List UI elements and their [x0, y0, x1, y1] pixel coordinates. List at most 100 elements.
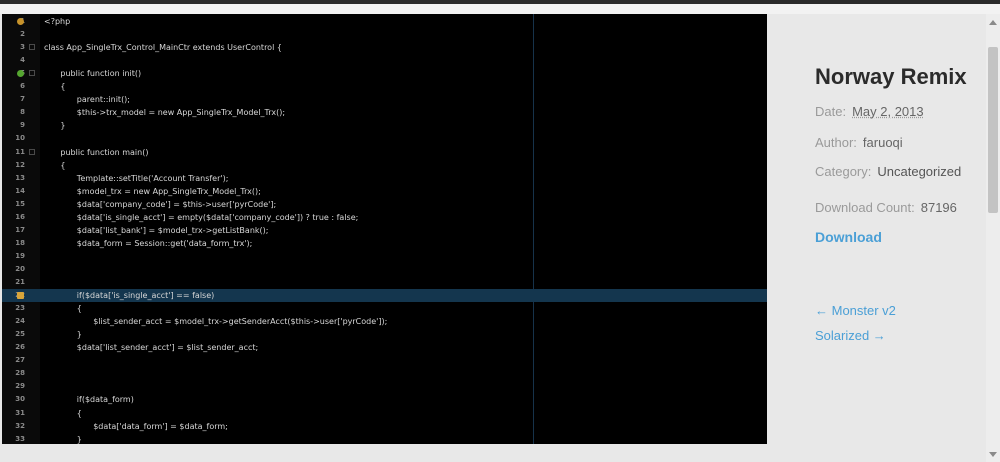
code-text: }	[60, 121, 66, 131]
line-number: 13	[15, 173, 25, 182]
code-text: $data['is_single_acct'] = empty($data['c…	[76, 212, 359, 222]
code-text: $model_trx = new App_SingleTrx_Model_Trx…	[76, 186, 261, 196]
line-number: 31	[15, 408, 25, 417]
code-text: $data['list_sender_acct'] = $list_sender…	[76, 343, 259, 353]
code-line: 31 {	[2, 407, 767, 420]
download-count-value: 87196	[920, 200, 957, 215]
scroll-down-icon[interactable]	[989, 452, 997, 457]
previous-post-link[interactable]: ← Monster v2	[815, 303, 896, 318]
line-number: 9	[20, 121, 25, 130]
code-line: 11 public function main()	[2, 146, 767, 159]
code-line: 23 {	[2, 302, 767, 315]
line-number: 33	[15, 434, 25, 443]
line-number: 28	[15, 369, 25, 378]
download-count-label: Download Count:	[815, 200, 915, 215]
code-text: }	[76, 434, 82, 444]
code-line: 6{	[2, 80, 767, 93]
code-text: $this->trx_model = new App_SingleTrx_Mod…	[76, 108, 286, 118]
code-line: 16 $data['is_single_acct'] = empty($data[…	[2, 211, 767, 224]
line-number: 7	[20, 95, 25, 104]
line-number: 10	[15, 134, 25, 143]
code-line: 13 Template::setTitle('Account Transfer')…	[2, 172, 767, 185]
code-line: 8 $this->trx_model = new App_SingleTrx_Mo…	[2, 106, 767, 119]
code-text: $data['list_bank'] = $model_trx->getList…	[76, 225, 269, 235]
code-text: $data['data_form'] = $data_form;	[93, 421, 228, 431]
code-line: 28	[2, 367, 767, 380]
line-number: 23	[15, 304, 25, 313]
fold-toggle-icon[interactable]	[29, 44, 35, 51]
line-number: 4	[20, 56, 25, 65]
code-text: if($data['is_single_acct'] == false)	[76, 291, 215, 301]
download-link[interactable]: Download	[815, 229, 882, 245]
code-text: class App_SingleTrx_Control_MainCtr exte…	[44, 43, 282, 53]
code-text: {	[60, 160, 66, 170]
line-number: 6	[20, 82, 25, 91]
code-text: }	[76, 330, 82, 340]
scroll-up-icon[interactable]	[989, 20, 997, 25]
code-line: 12 {	[2, 159, 767, 172]
line-number: 27	[15, 356, 25, 365]
code-line: 10	[2, 132, 767, 145]
code-line: 15 $data['company_code'] = $this->user['p…	[2, 198, 767, 211]
code-text: {	[76, 408, 82, 418]
theme-preview-screenshot: 1<?php23class App_SingleTrx_Control_Main…	[2, 14, 767, 444]
code-text: {	[76, 304, 82, 314]
code-line: 4	[2, 54, 767, 67]
code-line: 32 $data['data_form'] = $data_form;	[2, 420, 767, 433]
code-line: 3 class App_SingleTrx_Control_MainCtr ext…	[2, 41, 767, 54]
line-number: 24	[15, 317, 25, 326]
code-line: 9}	[2, 119, 767, 132]
code-line: 21	[2, 276, 767, 289]
code-line: 26 $data['list_sender_acct'] = $list_send…	[2, 341, 767, 354]
code-line: 19	[2, 250, 767, 263]
category-label: Category:	[815, 164, 872, 179]
line-number: 12	[15, 160, 25, 169]
date-value: May 2, 2013	[852, 104, 924, 119]
code-line: 24 $list_sender_acct = $model_trx->getSen…	[2, 315, 767, 328]
scrollbar-thumb[interactable]	[988, 47, 998, 213]
code-text: $list_sender_acct = $model_trx->getSende…	[93, 317, 388, 327]
post-download-count: Download Count: 87196	[815, 200, 957, 215]
author-value: faruoqi	[862, 135, 903, 150]
author-label: Author:	[815, 135, 857, 150]
line-number: 8	[20, 108, 25, 117]
code-text: <?php	[44, 17, 71, 26]
code-line: 14 $model_trx = new App_SingleTrx_Model_T…	[2, 185, 767, 198]
line-number: 11	[15, 147, 25, 156]
code-line: 20	[2, 263, 767, 276]
code-text: if($data_form)	[76, 395, 134, 405]
code-line: 33}	[2, 433, 767, 444]
line-number: 3	[20, 43, 25, 52]
code-line: 30 if($data_form)	[2, 393, 767, 406]
line-number: 25	[15, 330, 25, 339]
code-line: 27	[2, 354, 767, 367]
category-link[interactable]: Uncategorized	[877, 164, 961, 179]
next-post-link[interactable]: Solarized →	[815, 328, 886, 343]
code-line: 22if($data['is_single_acct'] == false)	[2, 289, 767, 303]
code-line: 7 parent::init();	[2, 93, 767, 106]
code-line: 25}	[2, 328, 767, 341]
warning-icon	[17, 292, 24, 300]
page-top-strip	[0, 4, 1000, 14]
line-number: 19	[15, 251, 25, 260]
line-number: 29	[15, 382, 25, 391]
code-text: public function init()	[60, 69, 142, 79]
line-number: 16	[15, 212, 25, 221]
line-number: 21	[15, 278, 25, 286]
code-text: $data['company_code'] = $this->user['pyr…	[76, 199, 277, 209]
line-number: 32	[15, 421, 25, 430]
line-number: 14	[15, 186, 25, 195]
post-author: Author: faruoqi	[815, 135, 903, 150]
fold-toggle-icon[interactable]	[29, 148, 35, 155]
post-category: Category: Uncategorized	[815, 164, 961, 179]
code-line: 18 $data_form = Session::get('data_form_t…	[2, 237, 767, 250]
line-number: 30	[15, 395, 25, 404]
code-line: 5public function init()	[2, 67, 767, 80]
bulb-icon	[17, 18, 24, 25]
fold-toggle-icon[interactable]	[29, 70, 35, 77]
line-number: 2	[20, 30, 25, 39]
date-label: Date:	[815, 104, 847, 119]
code-text: $data_form = Session::get('data_form_trx…	[76, 238, 253, 248]
code-text: parent::init();	[76, 95, 130, 105]
line-number: 15	[15, 199, 25, 208]
